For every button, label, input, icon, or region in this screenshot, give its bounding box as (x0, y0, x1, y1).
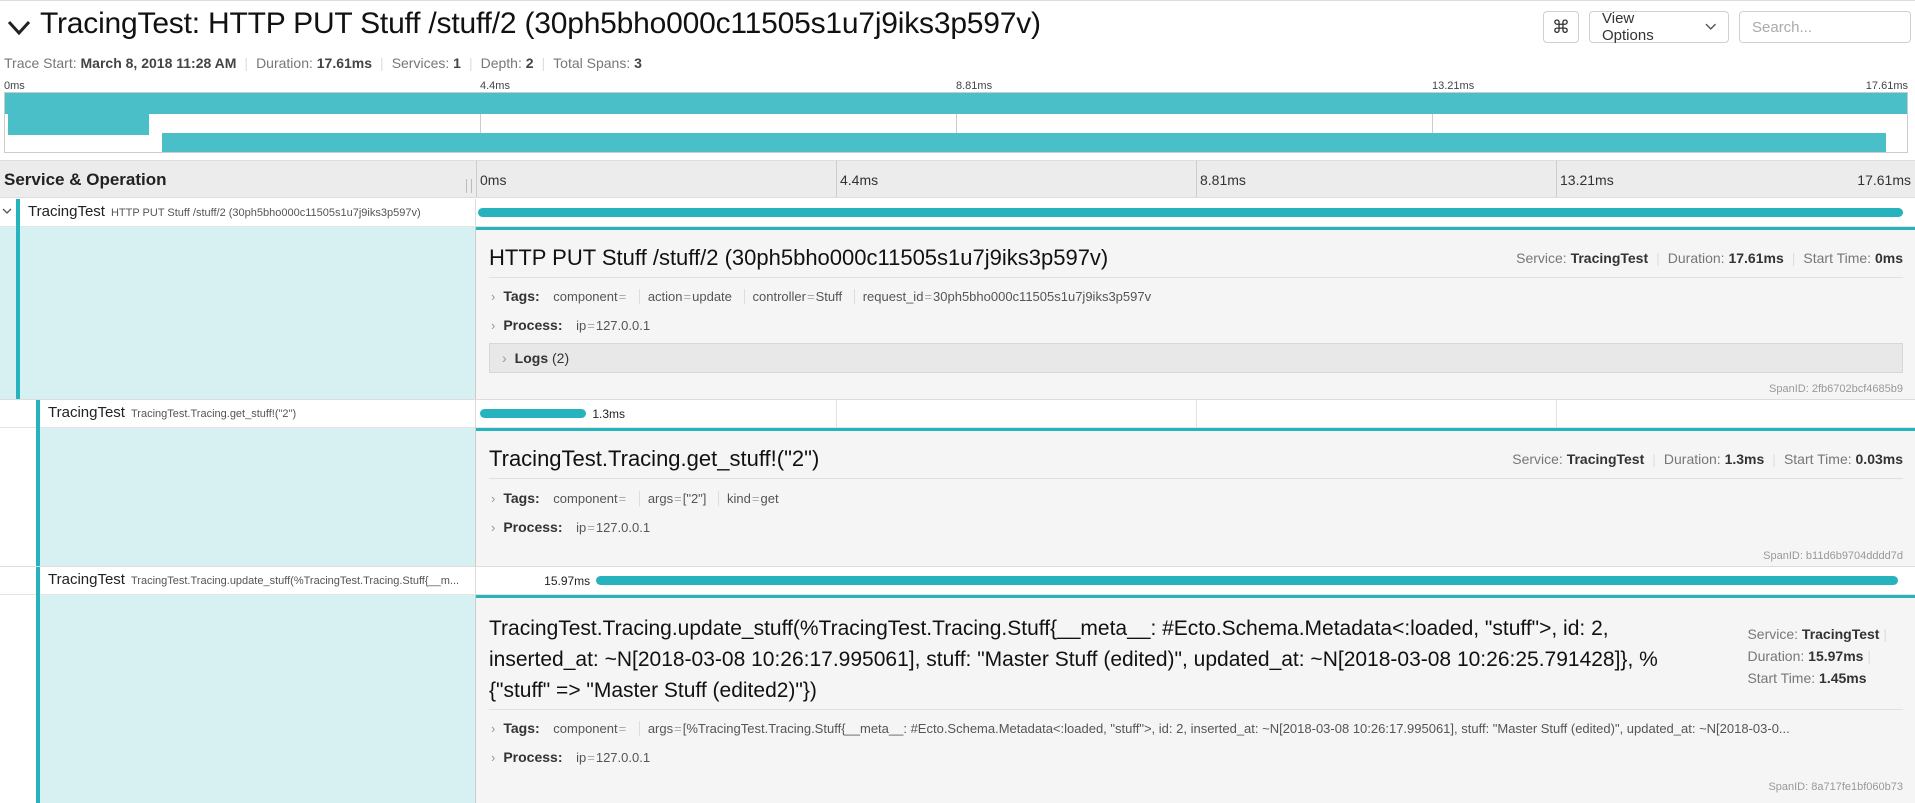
span-name-cell[interactable]: TracingTest TracingTest.Tracing.update_st… (0, 567, 476, 595)
span-detail-title: TracingTest.Tracing.get_stuff!("2") (489, 446, 820, 471)
process-row[interactable]: › Process: ip=127.0.0.1 (491, 317, 1903, 333)
process-item: ip=127.0.0.1 (576, 520, 651, 535)
span-row[interactable]: TracingTest TracingTest.Tracing.update_st… (0, 567, 1915, 595)
search-input[interactable] (1739, 11, 1911, 43)
span-detail-meta: Service: TracingTest | Duration: 17.61ms | S… (1516, 250, 1903, 266)
chevron-right-icon: › (491, 520, 496, 535)
tag-item: args=["2"] (638, 491, 706, 506)
tag-item: component= (553, 721, 627, 736)
span-duration-bar (596, 576, 1898, 585)
process-row[interactable]: › Process: ip=127.0.0.1 (491, 749, 1903, 765)
tag-item: request_id=30ph5bho000c11505s1u7j9iks3p5… (853, 289, 1151, 304)
process-row[interactable]: › Process: ip=127.0.0.1 (491, 519, 1903, 535)
chevron-right-icon: › (491, 721, 496, 736)
chevron-right-icon: › (491, 491, 496, 506)
minimap-span-bar (5, 93, 1907, 114)
trace-meta: Trace Start: March 8, 2018 11:28 AM | Du… (4, 55, 642, 71)
trace-services: Services: 1 (391, 55, 461, 71)
minimap-span-bar (8, 114, 149, 135)
page-title: TracingTest: HTTP PUT Stuff /stuff/2 (30… (40, 7, 1041, 40)
span-service-name: TracingTest (28, 203, 105, 220)
span-detail-title: TracingTest.Tracing.update_stuff(%Tracin… (489, 617, 1658, 702)
span-detail-meta: Service: TracingTest | Duration: 15.97ms… (1747, 626, 1887, 686)
chevron-down-icon (1704, 23, 1716, 30)
tags-row[interactable]: › Tags: component= args=["2"] kind=get (491, 490, 1903, 506)
minimap-tick: 17.61ms (1865, 80, 1908, 92)
timeline-gridline (1556, 161, 1557, 197)
span-name-cell[interactable]: TracingTest TracingTest.Tracing.get_stuff… (0, 400, 476, 428)
tag-item: kind=get (718, 491, 779, 506)
chevron-right-icon: › (502, 350, 507, 366)
span-id: SpanID: 8a717fe1bf060b73 (1768, 781, 1903, 793)
timeline-tick: 13.21ms (1560, 172, 1614, 188)
timeline-gridline (836, 161, 837, 197)
tags-row[interactable]: › Tags: component= action=update controll… (491, 288, 1903, 304)
tag-item: controller=Stuff (743, 289, 842, 304)
trace-duration: Duration: 17.61ms (256, 55, 373, 71)
tag-item: action=update (638, 289, 732, 304)
span-id: SpanID: 2fb6702bcf4685b9 (1769, 383, 1903, 395)
span-duration-bar (478, 208, 1903, 217)
span-service-name: TracingTest (48, 571, 125, 588)
timeline-tick: 8.81ms (1200, 172, 1246, 188)
span-table-header: Service & Operation 0ms 4.4ms 8.81ms 13.… (0, 160, 1915, 198)
timeline-tick: 4.4ms (840, 172, 879, 188)
tag-item: component= (553, 289, 627, 304)
chevron-right-icon: › (491, 750, 496, 765)
span-detail: HTTP PUT Stuff /stuff/2 (30ph5bho000c115… (0, 227, 1915, 400)
span-row[interactable]: TracingTest TracingTest.Tracing.get_stuff… (0, 400, 1915, 428)
tag-item: args=[%TracingTest.Tracing.Stuff{__meta_… (638, 721, 1790, 736)
toolbar: ⌘ View Options (1543, 10, 1911, 44)
logs-toggle[interactable]: › Logs (2) (489, 343, 1903, 373)
minimap-tick: 8.81ms (956, 80, 993, 92)
view-options-dropdown[interactable]: View Options (1589, 10, 1729, 44)
span-operation-name: HTTP PUT Stuff /stuff/2 (30ph5bho000c115… (110, 207, 421, 219)
trace-total-spans: Total Spans: 3 (553, 55, 642, 71)
timeline-tick: 17.61ms (1857, 172, 1911, 188)
trace-minimap[interactable] (4, 92, 1908, 153)
minimap-tick: 13.21ms (1432, 80, 1475, 92)
minimap-tick-labels: 0ms 4.4ms 8.81ms 13.21ms 17.61ms (4, 80, 1908, 92)
trace-depth: Depth: 2 (480, 55, 534, 71)
minimap-span-bar (161, 133, 1887, 152)
span-service-name: TracingTest (48, 404, 125, 421)
span-duration-bar (480, 409, 587, 418)
span-duration-label: 15.97ms (544, 574, 591, 588)
tags-row[interactable]: › Tags: component= args=[%TracingTest.Tra… (491, 720, 1903, 736)
span-detail-title: HTTP PUT Stuff /stuff/2 (30ph5bho000c115… (489, 245, 1109, 270)
process-item: ip=127.0.0.1 (576, 750, 651, 765)
service-operation-column-header: Service & Operation (4, 170, 167, 189)
timeline-gridline (1196, 161, 1197, 197)
tag-item: component= (553, 491, 627, 506)
column-resize-handle[interactable] (466, 179, 472, 193)
span-detail-meta: Service: TracingTest | Duration: 1.3ms | Sta… (1512, 451, 1903, 467)
span-operation-name: TracingTest.Tracing.update_stuff(%Tracin… (130, 575, 460, 587)
trace-header: TracingTest: HTTP PUT Stuff /stuff/2 (30… (0, 0, 1915, 80)
process-item: ip=127.0.0.1 (576, 318, 651, 333)
column-divider (476, 161, 477, 197)
span-detail: TracingTest.Tracing.get_stuff!("2") Serv… (0, 428, 1915, 567)
minimap-tick: 4.4ms (480, 80, 510, 92)
command-key-icon: ⌘ (1552, 16, 1570, 37)
trace-start: Trace Start: March 8, 2018 11:28 AM (4, 55, 237, 71)
chevron-down-icon[interactable] (4, 11, 34, 43)
view-options-label: View Options (1602, 10, 1654, 44)
timeline-tick: 0ms (480, 172, 507, 188)
chevron-down-icon[interactable] (2, 206, 12, 218)
span-row[interactable]: TracingTest HTTP PUT Stuff /stuff/2 (30ph… (0, 199, 1915, 227)
chevron-right-icon: › (491, 318, 496, 333)
chevron-right-icon: › (491, 289, 496, 304)
span-id: SpanID: b11d6b9704dddd7d (1763, 550, 1903, 562)
span-detail: TracingTest.Tracing.update_stuff(%Tracin… (0, 595, 1915, 803)
span-name-cell[interactable]: TracingTest HTTP PUT Stuff /stuff/2 (30ph… (0, 199, 476, 227)
minimap-tick: 0ms (4, 80, 25, 92)
keyboard-shortcuts-button[interactable]: ⌘ (1543, 11, 1579, 43)
span-duration-label: 1.3ms (592, 407, 626, 421)
span-operation-name: TracingTest.Tracing.get_stuff!("2") (130, 408, 297, 420)
